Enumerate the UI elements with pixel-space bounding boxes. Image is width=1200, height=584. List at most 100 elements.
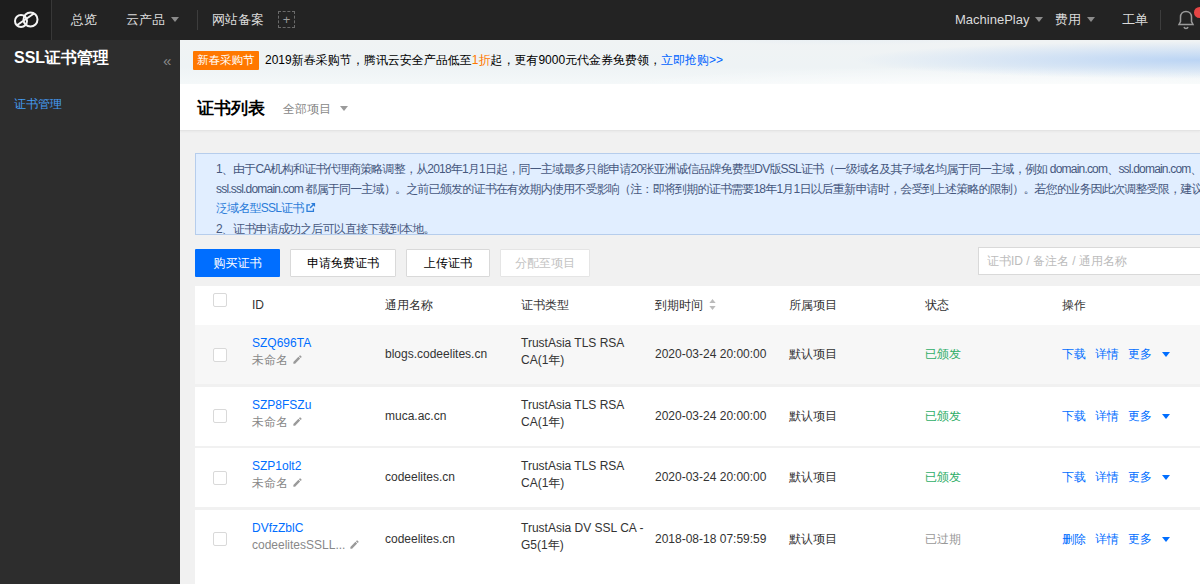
search-input[interactable] <box>978 247 1200 275</box>
sidebar-collapse-button[interactable]: « <box>163 52 171 69</box>
select-all-checkbox[interactable] <box>213 293 227 307</box>
promo-banner[interactable]: 新春采购节 2019新春采购节，腾讯云安全产品低至1折起，更有9000元代金券免… <box>180 40 1200 84</box>
delete-link[interactable]: 删除 <box>1062 532 1086 546</box>
row-checkbox[interactable] <box>213 532 227 546</box>
wildcard-ssl-link[interactable]: 泛域名型SSL证书 <box>216 201 303 215</box>
more-link[interactable]: 更多 <box>1128 347 1152 361</box>
col-id: ID <box>252 286 264 325</box>
nav-tickets[interactable]: 工单 <box>1122 0 1148 40</box>
table-row: SZP1olt2未命名 codeelites.cn TrustAsia TLS RS… <box>195 448 1200 507</box>
row-checkbox[interactable] <box>213 409 227 423</box>
cell-project: 默认项目 <box>789 387 837 446</box>
toolbar: 购买证书 申请免费证书 上传证书 分配至项目 <box>195 249 1200 277</box>
cell-common-name: codeelites.cn <box>385 510 455 569</box>
details-link[interactable]: 详情 <box>1095 409 1119 423</box>
notice-line-2: ssl.ssl.domain.com 都属于同一主域）。之前已颁发的证书在有效期… <box>216 181 1200 198</box>
column-label: 操作 <box>1062 298 1086 312</box>
download-link[interactable]: 下载 <box>1062 409 1086 423</box>
nav-cloud-products[interactable]: 云产品 <box>126 0 179 40</box>
sidebar-title: SSL证书管理 <box>14 48 109 69</box>
cert-alias: 未命名 <box>252 415 288 429</box>
cell-expire-time: 2020-03-24 20:00:00 <box>655 448 766 507</box>
status-badge: 已过期 <box>925 510 961 569</box>
main-area: 新春采购节 2019新春采购节，腾讯云安全产品低至1折起，更有9000元代金券免… <box>180 40 1200 584</box>
chevron-down-icon <box>1087 17 1095 22</box>
cert-alias: 未命名 <box>252 476 288 490</box>
col-expire-time[interactable]: 到期时间 <box>655 286 716 325</box>
status-badge: 已颁发 <box>925 448 961 507</box>
cert-id-link[interactable]: SZP1olt2 <box>252 458 303 475</box>
buy-cert-button[interactable]: 购买证书 <box>195 249 280 277</box>
cert-alias: codeelitesSSLL... <box>252 538 345 552</box>
cell-actions: 删除详情更多 <box>1062 510 1170 569</box>
chevron-down-icon <box>171 17 179 22</box>
promo-discount: 1折 <box>472 53 491 67</box>
cert-id-link[interactable]: SZP8FSZu <box>252 397 311 414</box>
topbar: 总览 云产品 网站备案 + MachinePlay 费用 工单 <box>0 0 1200 40</box>
more-link[interactable]: 更多 <box>1128 409 1152 423</box>
cell-id: SZQ696TA未命名 <box>252 335 311 370</box>
project-filter-dropdown[interactable]: 全部项目 <box>283 101 348 118</box>
edit-alias-pencil-icon[interactable] <box>292 354 303 368</box>
promo-link[interactable]: 立即抢购>> <box>661 53 723 67</box>
cloud-icon <box>11 6 41 34</box>
details-link[interactable]: 详情 <box>1095 470 1119 484</box>
cert-id-link[interactable]: DVfzZblC <box>252 520 360 537</box>
details-link[interactable]: 详情 <box>1095 532 1119 546</box>
cert-id-link[interactable]: SZQ696TA <box>252 335 311 352</box>
chevron-down-icon <box>1162 475 1170 480</box>
more-link[interactable]: 更多 <box>1128 532 1152 546</box>
table-header-row: ID 通用名称 证书类型 到期时间 所属项目 状态 操作 <box>195 286 1200 325</box>
cell-common-name: blogs.codeelites.cn <box>385 325 487 384</box>
column-label: 到期时间 <box>655 298 703 312</box>
cell-expire-time: 2020-03-24 20:00:00 <box>655 325 766 384</box>
chevron-down-icon <box>1162 537 1170 542</box>
nav-billing[interactable]: 费用 <box>1055 0 1095 40</box>
cell-common-name: codeelites.cn <box>385 448 455 507</box>
sort-icon[interactable] <box>709 287 716 326</box>
cell-actions: 下载详情更多 <box>1062 448 1170 507</box>
cert-table: ID通用名称证书类型到期时间所属项目状态操作 SZQ696TA未命名blogs.… <box>195 286 1200 571</box>
row-checkbox[interactable] <box>213 471 227 485</box>
external-link-icon <box>305 201 316 218</box>
nav-website-filing[interactable]: 网站备案 <box>212 0 264 40</box>
edit-alias-pencil-icon[interactable] <box>292 477 303 491</box>
cell-cert-type: TrustAsia TLS RSACA(1年) <box>521 397 624 431</box>
pagination-strip <box>195 568 1200 584</box>
notice-line-3: 泛域名型SSL证书 <box>216 200 1200 218</box>
cell-project: 默认项目 <box>789 510 837 569</box>
page-title: 证书列表 <box>197 97 265 120</box>
nav-overview[interactable]: 总览 <box>71 0 97 40</box>
row-checkbox[interactable] <box>213 348 227 362</box>
tencent-cloud-logo[interactable] <box>0 0 52 40</box>
cell-project: 默认项目 <box>789 448 837 507</box>
cell-expire-time: 2020-03-24 20:00:00 <box>655 387 766 446</box>
details-link[interactable]: 详情 <box>1095 347 1119 361</box>
page-header: 证书列表 全部项目 <box>180 84 1200 131</box>
cert-alias: 未命名 <box>252 353 288 367</box>
column-label: 通用名称 <box>385 298 433 312</box>
cell-expire-time: 2018-08-18 07:59:59 <box>655 510 766 569</box>
column-label: 所属项目 <box>789 298 837 312</box>
edit-alias-pencil-icon[interactable] <box>349 539 360 553</box>
more-link[interactable]: 更多 <box>1128 470 1152 484</box>
chevron-down-icon <box>1035 17 1043 22</box>
upload-cert-button[interactable]: 上传证书 <box>406 249 490 277</box>
sidebar: SSL证书管理 « 证书管理 <box>0 40 180 584</box>
assign-project-button: 分配至项目 <box>500 249 590 277</box>
add-nav-shortcut-button[interactable]: + <box>278 11 295 28</box>
download-link[interactable]: 下载 <box>1062 470 1086 484</box>
account-menu[interactable]: MachinePlay <box>955 0 1043 40</box>
topbar-divider <box>197 10 198 30</box>
edit-alias-pencil-icon[interactable] <box>292 416 303 430</box>
cell-cert-type: TrustAsia TLS RSACA(1年) <box>521 458 624 492</box>
download-link[interactable]: 下载 <box>1062 347 1086 361</box>
col-cert-type: 证书类型 <box>521 286 569 325</box>
cell-id: SZP8FSZu未命名 <box>252 397 311 432</box>
chevron-down-icon <box>340 106 348 111</box>
col-status: 状态 <box>925 286 949 325</box>
apply-free-cert-button[interactable]: 申请免费证书 <box>290 249 396 277</box>
table-row: SZP8FSZu未命名muca.ac.cnTrustAsia TLS RSACA… <box>195 387 1200 446</box>
chevron-down-icon <box>1162 414 1170 419</box>
sidebar-item-cert-management[interactable]: 证书管理 <box>14 96 62 113</box>
